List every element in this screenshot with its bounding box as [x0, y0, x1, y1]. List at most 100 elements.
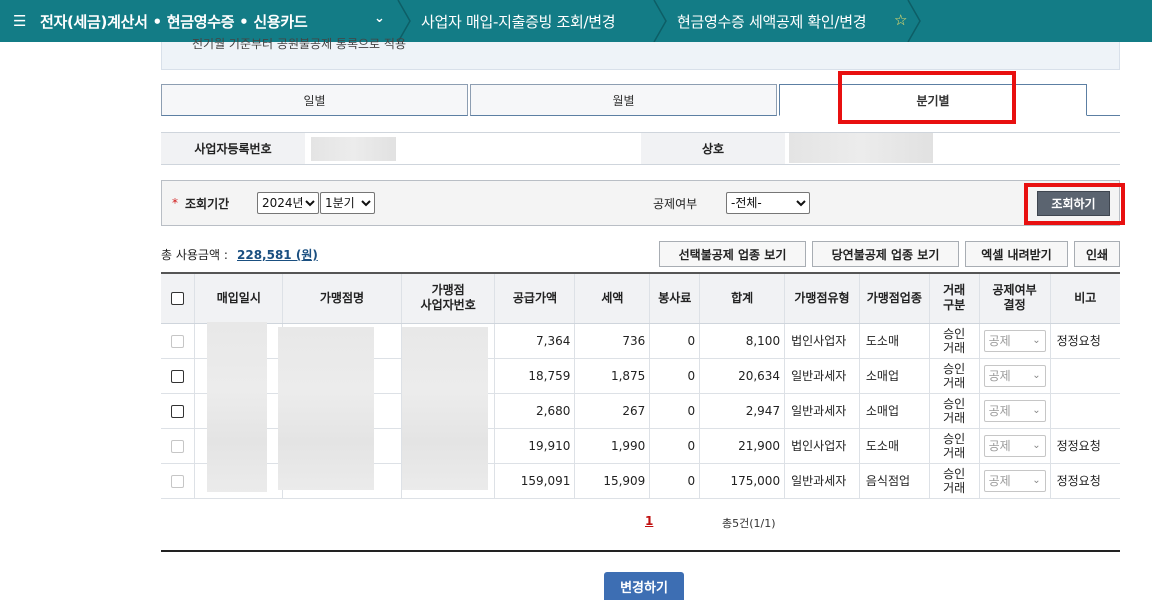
tax-amount-cell: 15,909 — [574, 463, 651, 499]
page-number-1[interactable]: 1 — [645, 514, 653, 528]
header-merchant: 가맹점명 — [282, 272, 402, 324]
chevron-down-icon: ⌄ — [1032, 335, 1041, 346]
business-reg-no-label: 사업자등록번호 — [161, 133, 305, 164]
total-amount-value[interactable]: 228,581 (원) — [237, 246, 318, 263]
pagination-info: 총5건(1/1) — [722, 517, 776, 530]
row-checkbox — [171, 439, 185, 453]
quarter-select[interactable]: 1분기 — [320, 192, 375, 214]
total-amount-cell: 2,947 — [699, 393, 786, 429]
deduct-decision-value: 공제 — [988, 439, 1011, 453]
tx-type-line1: 승인 — [943, 326, 966, 341]
deduct-decision-cell: 공제 ⌄ — [979, 323, 1051, 359]
deduct-decision-cell: 공제 ⌄ — [979, 358, 1051, 394]
header-select-all[interactable] — [161, 272, 196, 324]
total-amount-cell: 175,000 — [699, 463, 786, 499]
deduct-decision-select: 공제 ⌄ — [983, 364, 1046, 387]
print-button[interactable]: 인쇄 — [1074, 241, 1120, 267]
total-amount-cell: 21,900 — [699, 428, 786, 464]
excel-download-button[interactable]: 엑셀 내려받기 — [965, 241, 1068, 267]
merchant-type-cell: 법인사업자 — [784, 323, 860, 359]
header-tx-type-line1: 거래 — [943, 283, 966, 298]
deduct-decision-select: 공제 ⌄ — [983, 469, 1046, 492]
header-merchant-type: 가맹점유형 — [784, 272, 860, 324]
supply-amount-cell: 2,680 — [494, 393, 576, 429]
business-name-label: 상호 — [641, 133, 785, 164]
row-select-cell[interactable] — [161, 463, 196, 499]
period-label: 조회기간 — [185, 197, 230, 211]
tx-type-line2: 거래 — [943, 410, 966, 425]
header-total: 합계 — [699, 272, 786, 324]
breadcrumb-purchase-evidence[interactable]: 사업자 매입-지출증빙 조회/변경 — [421, 0, 616, 42]
search-panel: * 조회기간 2024년 1분기 공제여부 -전체- 조회하기 — [161, 180, 1120, 226]
deduct-decision-select: 공제 ⌄ — [983, 399, 1046, 422]
breadcrumb-current-page: 현금영수증 세액공제 확인/변경 — [677, 12, 867, 31]
tax-amount-cell: 1,990 — [574, 428, 651, 464]
merchant-type-cell: 일반과세자 — [784, 358, 860, 394]
merchant-type-cell: 일반과세자 — [784, 393, 860, 429]
table-header-row: 매입일시 가맹점명 가맹점 사업자번호 공급가액 세액 봉사료 합계 가맹점유형 … — [161, 272, 1120, 324]
note-cell[interactable]: 정정요청 — [1050, 323, 1120, 359]
tx-type-line1: 승인 — [943, 431, 966, 446]
tax-amount-cell: 736 — [574, 323, 651, 359]
view-optional-nondeductible-button[interactable]: 선택불공제 업종 보기 — [659, 241, 806, 267]
header-note: 비고 — [1050, 272, 1120, 324]
business-info-row: 사업자등록번호 상호 — [161, 132, 1120, 165]
row-checkbox[interactable] — [171, 404, 185, 418]
merchant-name-redacted — [278, 327, 374, 490]
deduct-decision-select: 공제 ⌄ — [983, 329, 1046, 352]
row-select-cell[interactable] — [161, 323, 196, 359]
tx-type-line1: 승인 — [943, 396, 966, 411]
row-select-cell[interactable] — [161, 393, 196, 429]
tx-type-cell: 승인 거래 — [929, 463, 980, 499]
supply-amount-cell: 19,910 — [494, 428, 576, 464]
tx-type-cell: 승인 거래 — [929, 393, 980, 429]
row-checkbox — [171, 474, 185, 488]
change-button[interactable]: 변경하기 — [604, 572, 684, 600]
year-select[interactable]: 2024년 — [257, 192, 319, 214]
industry-cell: 도소매 — [859, 428, 930, 464]
tx-type-cell: 승인 거래 — [929, 428, 980, 464]
total-amount-cell: 8,100 — [699, 323, 786, 359]
tab-daily[interactable]: 일별 — [161, 84, 468, 116]
note-cell[interactable] — [1050, 358, 1120, 394]
service-fee-cell: 0 — [649, 358, 701, 394]
row-select-cell[interactable] — [161, 428, 196, 464]
highlight-box-quarterly-tab — [838, 71, 1016, 124]
chevron-down-icon[interactable]: ⌄ — [374, 11, 385, 26]
header-merchant-biz-no-line1: 가맹점 — [431, 283, 465, 298]
header-supply: 공급가액 — [494, 272, 576, 324]
note-cell[interactable]: 정정요청 — [1050, 428, 1120, 464]
info-banner: 전기월 기준부터 공원불공제 통록으로 적용 — [161, 37, 1120, 70]
deduct-decision-value: 공제 — [988, 334, 1011, 348]
chevron-down-icon: ⌄ — [1032, 370, 1041, 381]
industry-cell: 소매업 — [859, 393, 930, 429]
header-merchant-biz-no-line2: 사업자번호 — [420, 298, 476, 313]
row-select-cell[interactable] — [161, 358, 196, 394]
menu-icon[interactable]: ☰ — [13, 0, 26, 42]
header-deduct-decision: 공제여부 결정 — [979, 272, 1051, 324]
deduction-filter-select[interactable]: -전체- — [726, 192, 810, 214]
select-all-checkbox[interactable] — [171, 291, 185, 305]
deduct-decision-value: 공제 — [988, 404, 1011, 418]
breadcrumb-separator-icon — [652, 0, 672, 43]
note-cell[interactable]: 정정요청 — [1050, 463, 1120, 499]
service-fee-cell: 0 — [649, 463, 701, 499]
tab-monthly[interactable]: 월별 — [470, 84, 777, 116]
total-amount-cell: 20,634 — [699, 358, 786, 394]
header-tx-type: 거래 구분 — [929, 272, 980, 324]
header-date: 매입일시 — [194, 272, 284, 324]
note-cell[interactable] — [1050, 393, 1120, 429]
industry-cell: 도소매 — [859, 323, 930, 359]
merchant-type-cell: 일반과세자 — [784, 463, 860, 499]
service-fee-cell: 0 — [649, 393, 701, 429]
total-amount-label: 총 사용금액 : — [161, 248, 228, 262]
view-mandatory-nondeductible-button[interactable]: 당연불공제 업종 보기 — [812, 241, 959, 267]
service-fee-cell: 0 — [649, 428, 701, 464]
chevron-down-icon: ⌄ — [1032, 440, 1041, 451]
tax-amount-cell: 267 — [574, 393, 651, 429]
top-navigation: ☰ 전자(세금)계산서 • 현금영수증 • 신용카드 ⌄ 사업자 매입-지출증빙… — [0, 0, 1152, 43]
deduct-decision-value: 공제 — [988, 474, 1011, 488]
row-checkbox[interactable] — [171, 369, 185, 383]
highlight-box-search-button — [1024, 183, 1125, 225]
header-deduct-line1: 공제여부 — [992, 283, 1037, 298]
